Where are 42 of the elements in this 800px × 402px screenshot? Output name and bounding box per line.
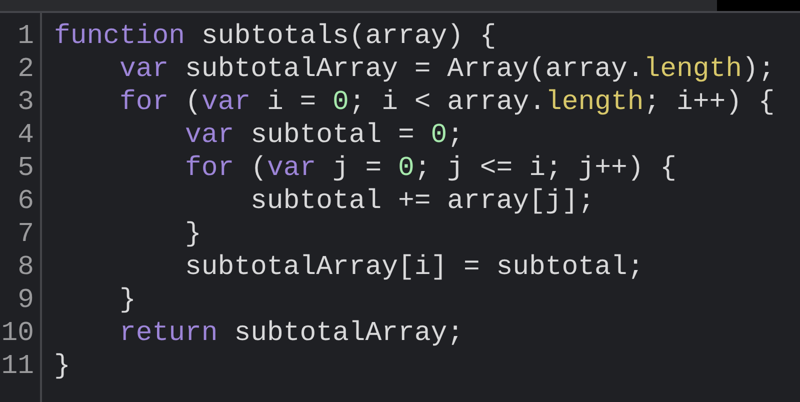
property-name: length bbox=[644, 54, 742, 85]
code-text: ; i++) { bbox=[644, 87, 775, 118]
code-keyword: for bbox=[185, 153, 234, 184]
code-keyword: return bbox=[120, 318, 218, 349]
number-literal: 0 bbox=[430, 120, 448, 151]
line-number: 7 bbox=[18, 219, 34, 250]
line-number: 10 bbox=[1, 318, 34, 349]
code-text: subtotalArray; bbox=[233, 318, 464, 349]
line-number: 6 bbox=[18, 186, 34, 217]
property-name: length bbox=[545, 87, 644, 118]
code-text: ( bbox=[184, 87, 202, 118]
number-literal: 0 bbox=[332, 87, 349, 118]
code-text: subtotalArray = Array(array. bbox=[184, 54, 644, 85]
line-number: 8 bbox=[18, 252, 34, 283]
code-text: ; j <= i; j++) { bbox=[414, 153, 676, 184]
number-literal: 0 bbox=[398, 153, 414, 184]
code-keyword: var bbox=[185, 120, 234, 151]
code-keyword: function bbox=[54, 21, 186, 52]
code-text: } bbox=[54, 351, 70, 382]
code-text: ; bbox=[447, 120, 464, 151]
code-text: subtotals(array) { bbox=[200, 21, 496, 52]
code-text: subtotal += array[j]; bbox=[250, 186, 595, 217]
code-text: ; i < array. bbox=[348, 87, 546, 118]
line-number: 4 bbox=[18, 120, 34, 151]
code-keyword: for bbox=[120, 87, 169, 118]
code-text: ( bbox=[250, 153, 267, 184]
line-number: 3 bbox=[18, 87, 34, 118]
code-text: } bbox=[120, 285, 136, 316]
code-keyword: var bbox=[266, 153, 316, 184]
code-keyword: var bbox=[201, 87, 251, 118]
code-text: ); bbox=[742, 54, 775, 85]
code-text: } bbox=[185, 219, 202, 250]
code-text: subtotalArray[i] = subtotal; bbox=[185, 252, 644, 283]
code-text: subtotal = bbox=[250, 120, 416, 151]
line-number: 2 bbox=[18, 54, 34, 85]
code-keyword: var bbox=[120, 54, 169, 85]
line-number: 11 bbox=[1, 351, 34, 382]
code-text: j = bbox=[331, 153, 383, 184]
line-number: 1 bbox=[18, 21, 34, 52]
line-number: 9 bbox=[18, 285, 34, 316]
line-number: 5 bbox=[18, 153, 34, 184]
code-text: i = bbox=[266, 87, 318, 118]
